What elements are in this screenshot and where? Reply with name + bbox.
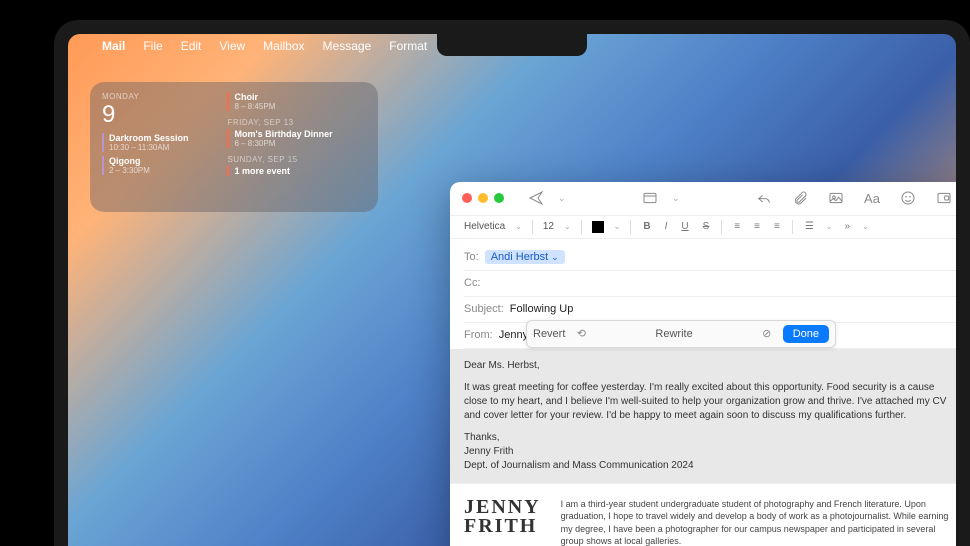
subject-field[interactable]: Subject: Following Up (464, 297, 956, 323)
message-body[interactable]: Dear Ms. Herbst, It was great meeting fo… (450, 349, 956, 483)
block-icon[interactable]: ⊘ (759, 326, 775, 342)
close-icon[interactable] (462, 193, 472, 203)
emoji-icon[interactable] (894, 187, 922, 209)
header-fields-icon[interactable] (636, 187, 664, 209)
attach-icon[interactable] (786, 187, 814, 209)
widget-date: 9 (102, 103, 217, 127)
list-icon[interactable]: ☰ (803, 221, 816, 232)
revert-button[interactable]: Revert (533, 328, 565, 340)
chevron-down-icon[interactable]: ⌄ (672, 193, 680, 204)
bold-button[interactable]: B (641, 221, 652, 232)
link-preview-icon[interactable] (930, 187, 956, 209)
align-right-icon[interactable]: ≡ (772, 221, 782, 232)
menu-message[interactable]: Message (323, 39, 372, 53)
menu-file[interactable]: File (143, 39, 162, 53)
cc-field[interactable]: Cc: (464, 271, 956, 297)
menu-format[interactable]: Format (389, 39, 427, 53)
minimize-icon[interactable] (478, 193, 488, 203)
chevron-down-icon[interactable]: ⌄ (558, 193, 566, 204)
rewrite-button[interactable]: Rewrite (597, 328, 750, 340)
event-item: 1 more event (227, 166, 366, 176)
format-bar: Helvetica ⌄ 12 ⌄ ⌄ B I U S ≡ ≡ ≡ ☰ ⌄ (450, 215, 956, 239)
to-field[interactable]: To: Andi Herbst (464, 245, 956, 271)
menubar-app[interactable]: Mail (102, 39, 125, 53)
italic-button[interactable]: I (663, 221, 670, 232)
from-field[interactable]: From: Jenny Fr Revert ⟲ Rewrite ⊘ Done (464, 323, 956, 349)
menu-edit[interactable]: Edit (181, 39, 202, 53)
revert-icon[interactable]: ⟲ (573, 326, 589, 342)
indent-icon[interactable]: » (843, 221, 853, 232)
strike-button[interactable]: S (701, 221, 712, 232)
mail-toolbar: ⌄ ⌄ Aa (450, 182, 956, 215)
align-center-icon[interactable]: ≡ (752, 221, 762, 232)
color-swatch[interactable] (592, 221, 604, 233)
align-left-icon[interactable]: ≡ (732, 221, 742, 232)
event-item: Mom's Birthday Dinner 6 – 8:30PM (227, 129, 366, 148)
send-icon[interactable] (522, 187, 550, 209)
reply-icon[interactable] (750, 187, 778, 209)
zoom-icon[interactable] (494, 193, 504, 203)
widget-day: MONDAY (102, 92, 217, 101)
writing-tools-popup: Revert ⟲ Rewrite ⊘ Done (526, 320, 836, 348)
menu-mailbox[interactable]: Mailbox (263, 39, 304, 53)
done-button[interactable]: Done (783, 325, 829, 343)
underline-button[interactable]: U (679, 221, 690, 232)
attachment-preview[interactable]: JENNY FRITH I am a third-year student un… (450, 483, 956, 546)
size-select[interactable]: 12 (543, 221, 554, 232)
menu-view[interactable]: View (219, 39, 245, 53)
format-icon[interactable]: Aa (858, 187, 886, 209)
calendar-widget[interactable]: MONDAY 9 Darkroom Session 10:30 – 11:30A… (90, 82, 378, 212)
photo-icon[interactable] (822, 187, 850, 209)
mail-compose-window: ⌄ ⌄ Aa Helvetica ⌄ 12 ⌄ ⌄ (450, 182, 956, 546)
event-item: Choir 8 – 8:45PM (227, 92, 366, 111)
font-select[interactable]: Helvetica (464, 221, 505, 232)
recipient-chip[interactable]: Andi Herbst (485, 250, 565, 264)
event-item: Qigong 2 – 3:30PM (102, 156, 217, 175)
event-item: Darkroom Session 10:30 – 11:30AM (102, 133, 217, 152)
